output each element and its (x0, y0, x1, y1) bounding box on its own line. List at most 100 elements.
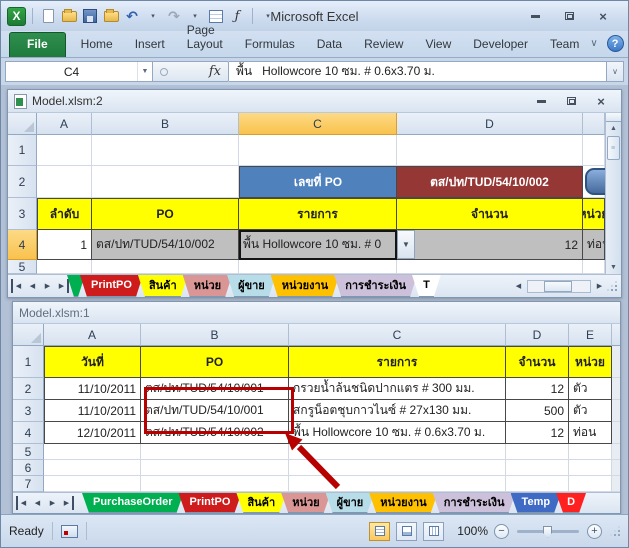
cell-e3[interactable]: ตัว (569, 400, 612, 422)
cell-b2[interactable]: ตส/ปท/TUD/54/10/001 (141, 378, 289, 400)
cell-b7[interactable] (141, 476, 289, 492)
cell-c1[interactable] (239, 135, 397, 166)
save-button[interactable] (81, 6, 99, 26)
close-file-button[interactable] (102, 6, 120, 26)
sheet-tab-products[interactable]: สินค้า (236, 493, 286, 513)
insert-function-fx-icon[interactable]: fx (209, 64, 221, 79)
cell-d3-header[interactable]: จำนวน (397, 198, 583, 230)
cell-d1[interactable] (397, 135, 583, 166)
macro-record-icon[interactable] (61, 525, 78, 538)
next-sheet-icon[interactable]: ▶ (46, 496, 59, 510)
last-sheet-icon[interactable]: ▶ (61, 496, 74, 510)
cell-b5[interactable] (92, 260, 239, 274)
scroll-left-icon[interactable]: ◀ (512, 279, 525, 293)
cell-d4[interactable]: 12 (506, 422, 569, 444)
tab-team[interactable]: Team (539, 33, 590, 57)
cell-d3[interactable]: 500 (506, 400, 569, 422)
col-header-e[interactable] (583, 113, 605, 135)
row-header-2[interactable]: 2 (13, 378, 44, 400)
cell-e1[interactable] (583, 135, 605, 166)
col-header-c[interactable]: C (289, 324, 506, 346)
cell-a2[interactable] (37, 166, 92, 198)
scrollbar-track[interactable] (606, 161, 621, 261)
page-layout-view-button[interactable] (396, 522, 417, 541)
row-header-5[interactable]: 5 (8, 260, 37, 274)
scrollbar-thumb[interactable]: ≡ (607, 136, 620, 160)
row-header-4-selected[interactable]: 4 (8, 230, 37, 260)
sheet-tab-payment[interactable]: การชำระเงิน (433, 493, 516, 513)
new-workbook-button[interactable] (39, 6, 57, 26)
cell-d4[interactable]: 12 (397, 230, 583, 260)
tab-insert[interactable]: Insert (124, 33, 176, 57)
child-restore-button[interactable] (563, 95, 579, 108)
cell-e2[interactable]: ตัว (569, 378, 612, 400)
cell-a5[interactable] (37, 260, 92, 274)
expand-formula-bar-icon[interactable]: ∨ (607, 61, 624, 82)
split-handle[interactable] (606, 113, 621, 122)
col-header-b[interactable]: B (141, 324, 289, 346)
col-header-d[interactable]: D (506, 324, 569, 346)
table-properties-button[interactable] (207, 6, 225, 26)
col-header-b[interactable]: B (92, 113, 239, 135)
cell-b2[interactable] (92, 166, 239, 198)
tab-review[interactable]: Review (353, 33, 414, 57)
tab-data[interactable]: Data (306, 33, 353, 57)
scroll-down-icon[interactable]: ▼ (606, 261, 621, 274)
close-button[interactable]: × (592, 9, 614, 24)
sheet-tab-printpo[interactable]: PrintPO (80, 275, 143, 297)
child-minimize-button[interactable] (533, 95, 549, 108)
open-button[interactable] (60, 6, 78, 26)
minimize-ribbon-icon[interactable]: ∨ (590, 39, 597, 49)
sheet-tab-units[interactable]: หน่วย (281, 493, 330, 513)
select-all-corner[interactable] (8, 113, 37, 135)
tab-formulas[interactable]: Formulas (234, 33, 306, 57)
scroll-right-icon[interactable]: ▶ (593, 279, 606, 293)
tab-view[interactable]: View (414, 33, 462, 57)
hscroll-thumb[interactable] (544, 281, 572, 292)
sheet-tab-departments[interactable]: หน่วยงาน (369, 493, 437, 513)
sheet-tab-temp-clipped[interactable]: T (412, 275, 441, 297)
sheet-tab-printpo[interactable]: PrintPO (178, 493, 241, 513)
cell-a4[interactable]: 12/10/2011 (44, 422, 141, 444)
app-resize-grip[interactable] (608, 524, 620, 538)
sheet-tab-vendors[interactable]: ผู้ขาย (227, 275, 276, 297)
prev-sheet-icon[interactable]: ◀ (26, 279, 39, 293)
cell-b6[interactable] (141, 460, 289, 476)
col-header-c-selected[interactable]: C (239, 113, 397, 135)
cell-a7[interactable] (44, 476, 141, 492)
cell-b5[interactable] (141, 444, 289, 460)
cell-c2[interactable]: กรวยน้ำล้นชนิดปากแตร # 300 มม. (289, 378, 506, 400)
cell-c4[interactable]: พื้น Hollowcore 10 ซม. # 0.6x3.70 ม. (289, 422, 506, 444)
cell-d5[interactable] (397, 260, 583, 274)
first-sheet-icon[interactable]: ◀ (16, 496, 29, 510)
row-header-3[interactable]: 3 (8, 198, 37, 230)
cell-a1-header[interactable]: วันที่ (44, 346, 141, 378)
excel-logo-icon[interactable]: X (7, 7, 26, 26)
cell-b1[interactable] (92, 135, 239, 166)
cell-b4[interactable]: ตส/ปท/TUD/54/10/002 (141, 422, 289, 444)
zoom-slider-thumb[interactable] (543, 526, 552, 538)
cell-b4[interactable]: ตส/ปท/TUD/54/10/002 (92, 230, 239, 260)
cell-d7[interactable] (506, 476, 569, 492)
col-header-a[interactable]: A (44, 324, 141, 346)
cell-c7[interactable] (289, 476, 506, 492)
cell-d1-header[interactable]: จำนวน (506, 346, 569, 378)
cell-a5[interactable] (44, 444, 141, 460)
cell-e4[interactable]: ท่อน (583, 230, 605, 260)
formula-input[interactable]: พื้น Hollowcore 10 ซม. # 0.6x3.70 ม. (229, 61, 607, 82)
cell-c3[interactable]: สกรูน็อตชุบกาวไนซ์ # 27x130 มม. (289, 400, 506, 422)
cell-a4[interactable]: 1 (37, 230, 92, 260)
child-close-button[interactable]: × (593, 95, 609, 108)
page-break-view-button[interactable] (423, 522, 444, 541)
scroll-up-icon[interactable]: ▲ (606, 122, 621, 135)
cell-e3-header[interactable]: หน่วย (583, 198, 605, 230)
redo-button[interactable]: ↷ (165, 6, 183, 26)
cell-e1-header[interactable]: หน่วย (569, 346, 612, 378)
sheet-tab-d-clipped[interactable]: D (556, 493, 586, 513)
sheet-tab-purchaseorder[interactable]: PurchaseOrder (82, 493, 183, 513)
undo-dropdown[interactable]: ▾ (144, 6, 162, 26)
data-validation-dropdown[interactable]: ▼ (397, 230, 415, 259)
sheet-tab-units[interactable]: หน่วย (183, 275, 232, 297)
zoom-in-icon[interactable]: + (587, 524, 602, 539)
zoom-out-icon[interactable]: − (494, 524, 509, 539)
